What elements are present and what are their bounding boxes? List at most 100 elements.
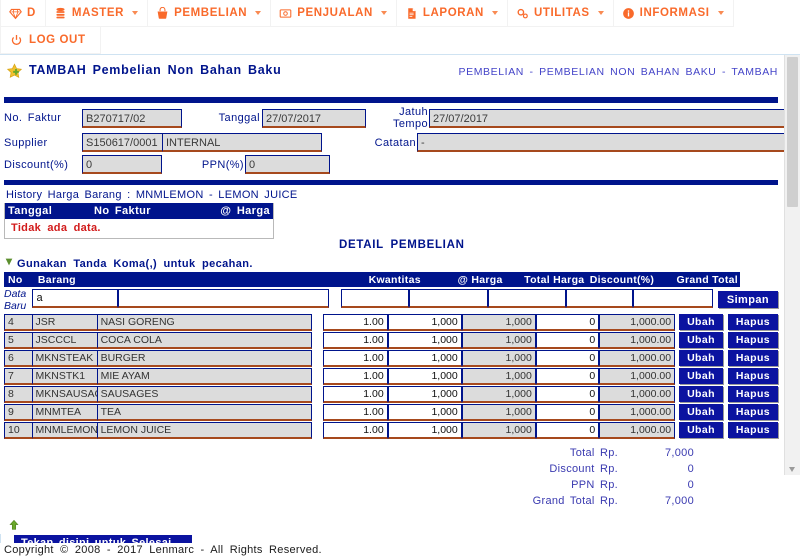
- row-kwantitas-cell[interactable]: 1.00: [322, 422, 388, 439]
- column-gap: [312, 422, 323, 439]
- edit-row-button[interactable]: Ubah: [679, 350, 723, 366]
- row-grand-total-cell: 1,000.00: [599, 404, 676, 421]
- detail-col-discount: Discount(%): [589, 273, 655, 286]
- row-kwantitas-cell[interactable]: 1.00: [322, 350, 388, 367]
- nav-item-informasi[interactable]: INFORMASI: [613, 0, 734, 27]
- new-row-name-input: [118, 289, 330, 308]
- delete-row-button[interactable]: Hapus: [727, 404, 779, 420]
- nav-primary-row: D MASTER PEMBELIAN PENJUALAN LAPORAN UTI…: [0, 0, 734, 27]
- nav-item-utilitas[interactable]: UTILITAS: [507, 0, 614, 27]
- column-gap: [312, 368, 323, 385]
- page-title: TAMBAH Pembelian Non Bahan Baku: [29, 63, 282, 77]
- detail-col-grand-total: Grand Total: [676, 273, 738, 286]
- jatuh-tempo-label-line2: Tempo: [392, 118, 428, 130]
- row-harga-cell[interactable]: 1,000: [387, 386, 462, 403]
- row-kwantitas-cell[interactable]: 1.00: [322, 386, 388, 403]
- catatan-input[interactable]: -: [417, 133, 800, 152]
- delete-row-button[interactable]: Hapus: [727, 386, 779, 402]
- supplier-code-input[interactable]: S150617/0001: [82, 133, 162, 152]
- scrollbar-thumb[interactable]: [787, 57, 798, 207]
- row-kwantitas-cell[interactable]: 1.00: [322, 404, 388, 421]
- edit-row-button[interactable]: Ubah: [679, 386, 723, 402]
- purchase-form: No. Faktur B270717/02 Tanggal 27/07/2017…: [4, 103, 800, 180]
- row-total-cell: 1,000: [461, 332, 536, 349]
- nav-item-label: UTILITAS: [533, 7, 590, 19]
- tanggal-input[interactable]: 27/07/2017: [262, 108, 366, 128]
- row-code-cell: JSCCCL: [31, 332, 97, 349]
- ppn-input[interactable]: 0: [245, 155, 330, 174]
- star-icon: [6, 63, 23, 83]
- up-arrow-icon[interactable]: [4, 519, 778, 534]
- power-icon: [10, 34, 23, 47]
- column-gap: [312, 386, 323, 403]
- detail-rows-container: 4 JSR NASI GORENG 1.00 1,000 1,000 0 1,000.00 Ub…: [4, 314, 779, 439]
- footer-section: Tekan disini untuk Selesai (F10) Copyrig…: [4, 519, 778, 556]
- discount-label: Discount(%): [4, 158, 69, 171]
- row-harga-cell[interactable]: 1,000: [387, 314, 462, 331]
- row-total-cell: 1,000: [461, 386, 536, 403]
- delete-row-button[interactable]: Hapus: [727, 350, 779, 366]
- row-discount-cell[interactable]: 0: [535, 386, 600, 403]
- row-harga-cell[interactable]: 1,000: [387, 332, 462, 349]
- new-row-label-line1: Data: [4, 288, 27, 300]
- row-harga-cell[interactable]: 1,000: [387, 350, 462, 367]
- row-harga-cell[interactable]: 1,000: [387, 422, 462, 439]
- row-kwantitas-cell[interactable]: 1.00: [322, 368, 388, 385]
- delete-row-button[interactable]: Hapus: [727, 368, 779, 384]
- jatuh-tempo-input[interactable]: 27/07/2017: [429, 108, 800, 128]
- document-icon: [405, 7, 418, 20]
- detail-hint-row: Gunakan Tanda Koma(,) untuk pecahan.: [4, 257, 778, 272]
- nav-item-laporan[interactable]: LAPORAN: [396, 0, 508, 27]
- new-row-code-input[interactable]: a: [32, 289, 119, 308]
- row-discount-cell[interactable]: 0: [535, 350, 600, 367]
- new-row-grand-total-field: [632, 289, 713, 308]
- detail-col-harga: @ Harga: [457, 273, 503, 286]
- tanggal-label: Tanggal: [218, 112, 260, 124]
- row-harga-cell[interactable]: 1,000: [387, 368, 462, 385]
- scrollbar-down-arrow-icon[interactable]: [789, 467, 795, 472]
- logout-button[interactable]: LOG OUT: [0, 27, 101, 54]
- new-row-harga-input[interactable]: [409, 289, 488, 308]
- edit-row-button[interactable]: Ubah: [679, 314, 723, 330]
- detail-new-row: Data Baru a Simpan: [4, 287, 778, 313]
- row-harga-cell[interactable]: 1,000: [387, 404, 462, 421]
- chevron-down-icon: [597, 11, 604, 15]
- nav-item-pembelian[interactable]: PEMBELIAN: [148, 0, 272, 27]
- row-discount-cell[interactable]: 0: [535, 422, 600, 439]
- delete-row-button[interactable]: Hapus: [727, 314, 779, 330]
- edit-row-button[interactable]: Ubah: [679, 332, 723, 348]
- price-history-header-row: Tanggal No Faktur @ Harga: [5, 203, 273, 219]
- new-row-kwantitas-input[interactable]: [340, 289, 410, 308]
- nav-item-master[interactable]: MASTER: [45, 0, 149, 27]
- row-discount-cell[interactable]: 0: [535, 332, 600, 349]
- row-discount-cell[interactable]: 0: [535, 404, 600, 421]
- new-row-discount-input[interactable]: [565, 289, 633, 308]
- edit-row-button[interactable]: Ubah: [679, 368, 723, 384]
- edit-row-button[interactable]: Ubah: [679, 422, 723, 438]
- row-discount-cell[interactable]: 0: [535, 314, 600, 331]
- row-grand-total-cell: 1,000.00: [599, 350, 676, 367]
- column-gap: [329, 287, 340, 313]
- jatuh-tempo-label: Jatuh Tempo: [376, 106, 429, 130]
- discount-input[interactable]: 0: [82, 155, 162, 174]
- total-label: PPN Rp.: [571, 479, 618, 491]
- row-no-cell: 7: [4, 368, 32, 385]
- row-kwantitas-cell[interactable]: 1.00: [322, 314, 388, 331]
- no-faktur-input[interactable]: B270717/02: [82, 108, 182, 128]
- vertical-scrollbar[interactable]: [784, 55, 800, 475]
- nav-item-dashboard[interactable]: D: [0, 0, 46, 27]
- save-button[interactable]: Simpan: [717, 291, 778, 308]
- row-discount-cell[interactable]: 0: [535, 368, 600, 385]
- table-row: 10 MNMLEMON LEMON JUICE 1.00 1,000 1,000 0 1,00…: [4, 422, 779, 439]
- detail-header-row: No Barang Kwantitas @ Harga Total Harga …: [4, 272, 740, 287]
- total-label: Discount Rp.: [549, 463, 618, 475]
- delete-row-button[interactable]: Hapus: [727, 422, 779, 438]
- table-row: 8MKNSAUSAGESAUSAGES1.001,0001,00001,000.…: [4, 386, 779, 403]
- delete-row-button[interactable]: Hapus: [727, 332, 779, 348]
- nav-item-penjualan[interactable]: PENJUALAN: [271, 0, 397, 27]
- row-kwantitas-cell[interactable]: 1.00: [322, 332, 388, 349]
- row-no-cell: 8: [4, 386, 32, 403]
- edit-row-button[interactable]: Ubah: [679, 404, 723, 420]
- chevron-down-icon: [255, 11, 262, 15]
- new-row-label: Data Baru: [4, 287, 32, 313]
